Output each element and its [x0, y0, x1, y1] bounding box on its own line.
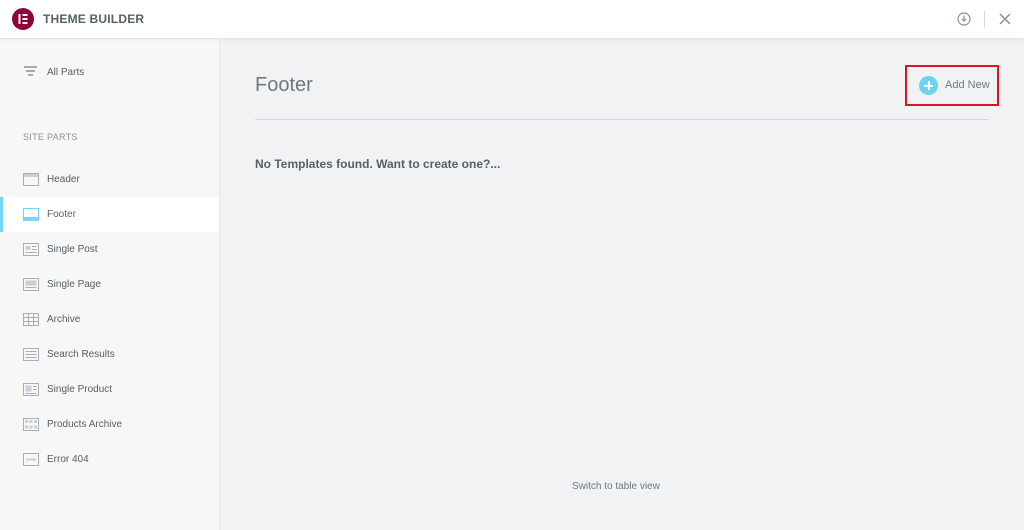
switch-to-table-view-link[interactable]: Switch to table view: [572, 481, 660, 492]
sidebar-item-header[interactable]: Header: [0, 162, 219, 197]
all-parts-label: All Parts: [47, 67, 85, 78]
footer-icon: [23, 208, 39, 221]
sidebar-item-label: Single Product: [47, 384, 113, 395]
info-icon[interactable]: [956, 11, 972, 27]
sidebar-item-single-page[interactable]: Single Page: [0, 267, 219, 302]
sidebar-item-products-archive[interactable]: Products Archive: [0, 407, 219, 442]
filter-icon: [24, 66, 37, 76]
page-title: Footer: [255, 74, 313, 96]
app-title: THEME BUILDER: [43, 12, 145, 26]
sidebar-item-label: Error 404: [47, 454, 89, 465]
add-new-button[interactable]: Add New: [905, 65, 999, 106]
header-icon: [23, 173, 39, 186]
sidebar-item-label: Single Post: [47, 244, 98, 255]
single-page-icon: [23, 278, 39, 291]
sidebar-item-label: Single Page: [47, 279, 101, 290]
sidebar-item-label: Search Results: [47, 349, 115, 360]
single-post-icon: [23, 243, 39, 256]
sidebar-item-label: Footer: [47, 209, 76, 220]
site-parts-heading: SITE PARTS: [23, 132, 78, 142]
sidebar-item-label: Header: [47, 174, 80, 185]
close-icon[interactable]: [997, 11, 1013, 27]
archive-icon: [23, 313, 39, 326]
top-bar: THEME BUILDER: [0, 0, 1024, 39]
sidebar-item-archive[interactable]: Archive: [0, 302, 219, 337]
empty-state-message: No Templates found. Want to create one?.…: [255, 157, 501, 171]
sidebar-item-error-404[interactable]: Error 404: [0, 442, 219, 477]
sidebar-item-footer[interactable]: Footer: [0, 197, 219, 232]
products-archive-icon: [23, 418, 39, 431]
elementor-logo-icon: [12, 8, 34, 30]
sidebar-item-label: Products Archive: [47, 419, 123, 430]
error-404-icon: [23, 453, 39, 466]
sidebar-item-single-product[interactable]: Single Product: [0, 372, 219, 407]
toolbar-divider: [984, 11, 985, 28]
plus-circle-icon: [919, 76, 938, 95]
sidebar-item-single-post[interactable]: Single Post: [0, 232, 219, 267]
sidebar: All Parts SITE PARTS Header Footer Singl…: [0, 39, 220, 530]
add-new-label: Add New: [945, 79, 990, 91]
all-parts-button[interactable]: All Parts: [0, 61, 220, 83]
sidebar-item-label: Archive: [47, 314, 81, 325]
search-results-icon: [23, 348, 39, 361]
title-divider: [255, 119, 989, 120]
single-product-icon: [23, 383, 39, 396]
sidebar-item-search-results[interactable]: Search Results: [0, 337, 219, 372]
